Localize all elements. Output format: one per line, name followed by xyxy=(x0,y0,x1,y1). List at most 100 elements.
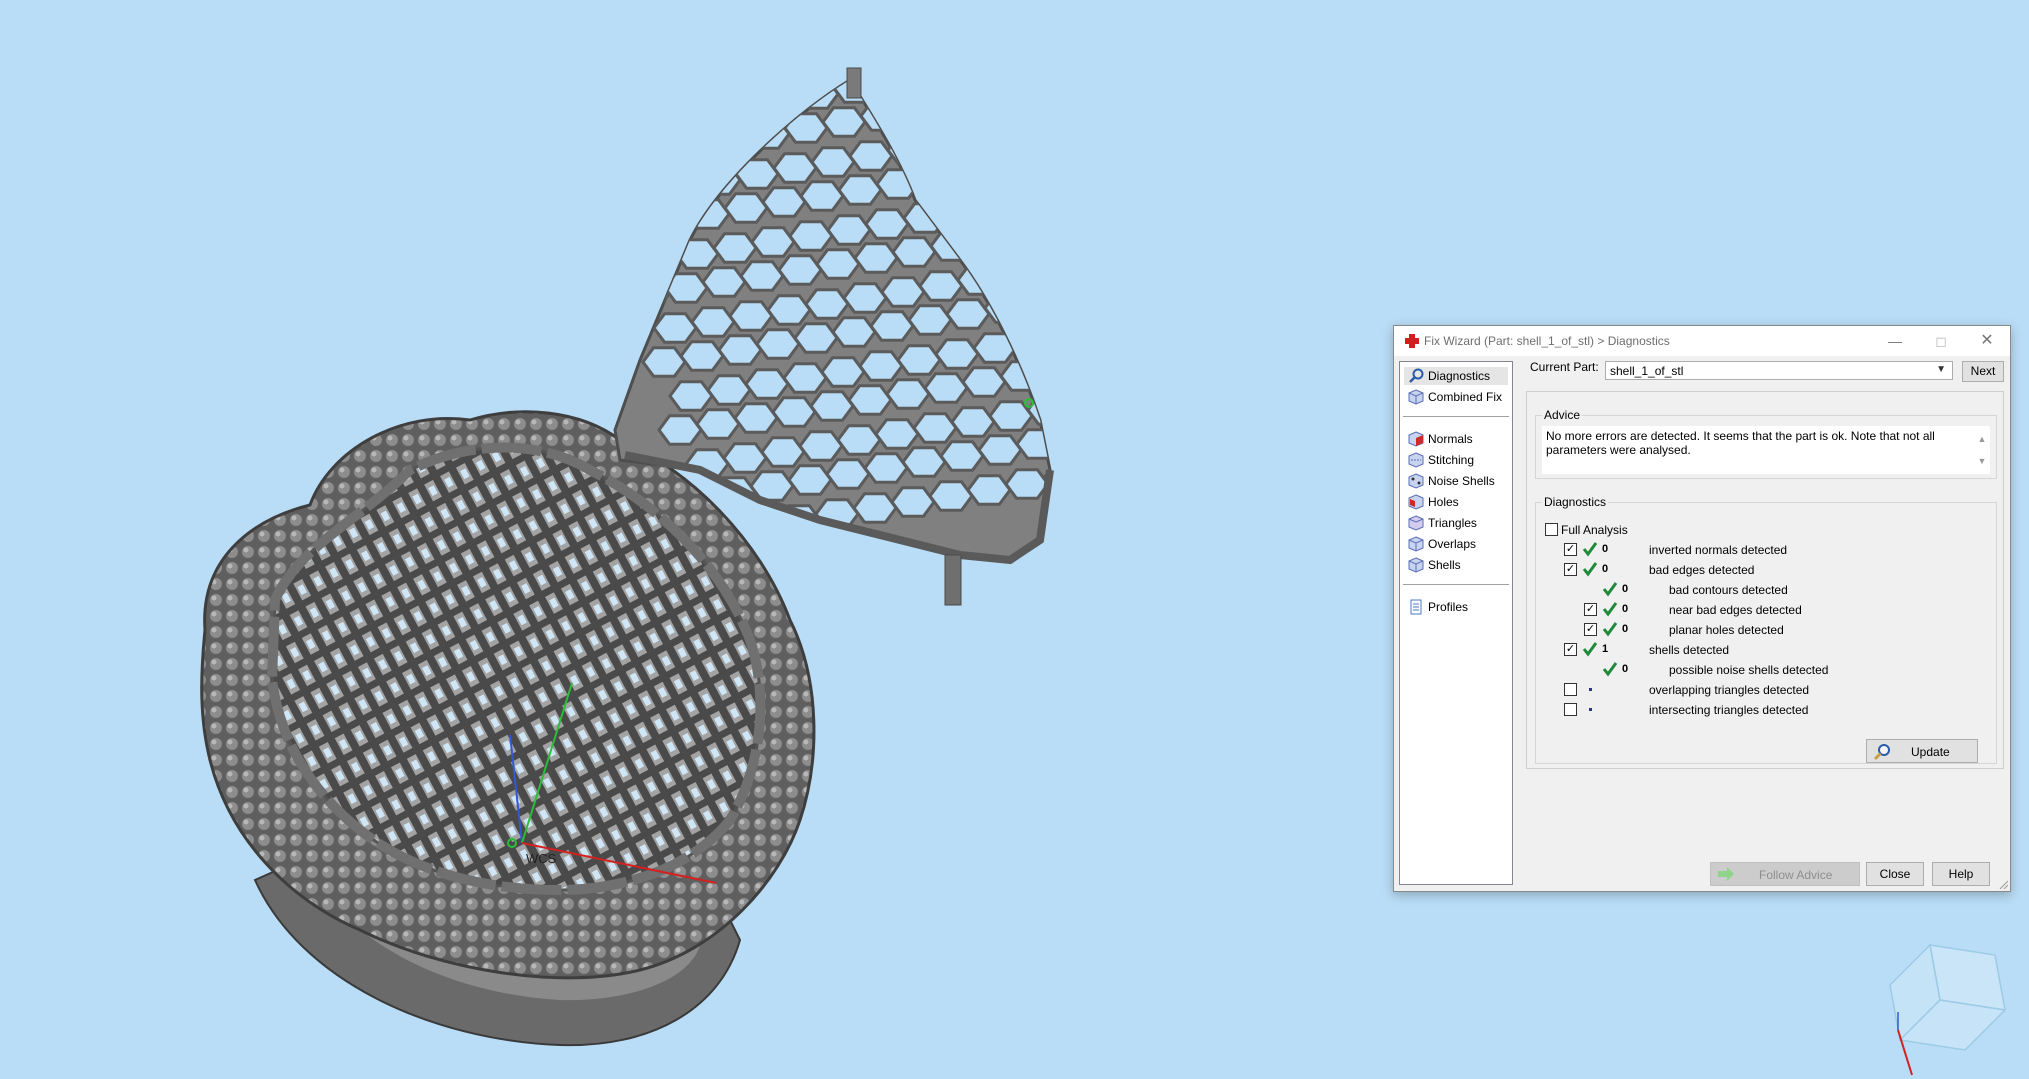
scroll-down-icon[interactable]: ▼ xyxy=(1976,450,1988,472)
diagnostic-label: intersecting triangles detected xyxy=(1649,703,1809,717)
honeycomb-cell xyxy=(695,408,741,440)
honeycomb-cell xyxy=(1062,38,1104,66)
diagnostic-checkbox[interactable] xyxy=(1564,703,1577,716)
close-button[interactable]: Close xyxy=(1866,862,1924,886)
nav-item-combined-fix[interactable]: Combined Fix xyxy=(1404,388,1508,406)
advice-text-box[interactable]: No more errors are detected. It seems th… xyxy=(1542,426,1990,474)
honeycomb-cell xyxy=(1049,80,1050,102)
honeycomb-cell xyxy=(1120,452,1162,480)
honeycomb-cell xyxy=(1115,344,1157,372)
maximize-button[interactable]: ◻ xyxy=(1918,326,1964,356)
honeycomb-cell xyxy=(1024,44,1066,72)
close-window-button[interactable]: ✕ xyxy=(1964,326,2010,356)
diagnostic-count: 0 xyxy=(1622,623,1629,635)
dialog-titlebar[interactable]: Fix Wizard (Part: shell_1_of_stl) > Diag… xyxy=(1394,326,2010,356)
diagnostic-label: overlapping triangles detected xyxy=(1649,683,1810,697)
honeycomb-cell xyxy=(615,210,655,242)
advice-scrollbar[interactable]: ▲ ▼ xyxy=(1976,428,1988,472)
stitching-cube-icon xyxy=(1408,452,1424,468)
triangles-cube-icon xyxy=(1408,515,1424,531)
honeycomb-cell xyxy=(718,90,764,122)
honeycomb-cell xyxy=(1043,212,1050,244)
honeycomb-cell xyxy=(783,112,829,144)
next-button[interactable]: Next xyxy=(1962,361,2004,382)
honeycomb-cell xyxy=(978,190,1024,222)
nav-item-diagnostics[interactable]: Diagnostics xyxy=(1404,367,1508,385)
status-dot-icon xyxy=(1589,708,1592,711)
honeycomb-cell xyxy=(777,254,823,286)
follow-advice-label: Follow Advice xyxy=(1759,868,1833,882)
honeycomb-cell xyxy=(787,464,833,496)
minimize-button[interactable]: — xyxy=(1872,326,1918,356)
view-cube[interactable] xyxy=(1889,943,2007,1076)
honeycomb-cell xyxy=(836,424,882,456)
honeycomb-cell xyxy=(1010,326,1050,358)
diagnostic-label: bad edges detected xyxy=(1649,563,1755,577)
honeycomb-cell xyxy=(728,300,774,332)
current-part-select[interactable]: shell_1_of_stl ▼ xyxy=(1605,361,1953,380)
honeycomb-cell xyxy=(1061,282,1103,310)
honeycomb-cell xyxy=(794,80,840,110)
green-check-icon xyxy=(1582,541,1598,557)
diagnostic-label: possible noise shells detected xyxy=(1669,663,1829,677)
nav-separator xyxy=(1403,584,1509,585)
scroll-up-icon[interactable]: ▲ xyxy=(1976,428,1988,450)
full-analysis-checkbox[interactable] xyxy=(1545,523,1558,536)
honeycomb-cell xyxy=(798,430,844,462)
nav-item-overlaps[interactable]: Overlaps xyxy=(1404,535,1508,553)
honeycomb-cell xyxy=(883,28,925,56)
diagnostic-checkbox[interactable]: ✓ xyxy=(1564,563,1577,576)
honeycomb-cell xyxy=(924,128,970,160)
honeycomb-cell xyxy=(950,406,996,438)
honeycomb-cell xyxy=(807,40,849,68)
nav-item-triangles[interactable]: Triangles xyxy=(1404,514,1508,532)
noise-shells-icon xyxy=(1408,473,1424,489)
diagnostic-checkbox[interactable]: ✓ xyxy=(1584,603,1597,616)
honeycomb-cell xyxy=(745,118,791,150)
nav-item-holes[interactable]: Holes xyxy=(1404,493,1508,511)
honeycomb-cell xyxy=(744,368,790,400)
honeycomb-cell xyxy=(734,158,780,190)
diagnostic-checkbox[interactable]: ✓ xyxy=(1564,643,1577,656)
nav-label: Overlaps xyxy=(1428,537,1477,551)
advice-text: No more errors are detected. It seems th… xyxy=(1546,429,1935,457)
honeycomb-cell xyxy=(864,208,910,240)
holes-cube-icon xyxy=(1408,494,1424,510)
honeycomb-cell xyxy=(615,108,650,140)
honeycomb-cell xyxy=(1072,248,1114,276)
honeycomb-cell xyxy=(788,220,834,252)
arrow-right-icon xyxy=(1718,867,1734,881)
honeycomb-cell xyxy=(679,340,725,372)
honeycomb-cell xyxy=(652,312,698,344)
diagnostic-checkbox[interactable]: ✓ xyxy=(1564,543,1577,556)
nav-item-profiles[interactable]: Profiles xyxy=(1404,598,1508,616)
beaded-shell-model: WCS xyxy=(200,410,816,1047)
honeycomb-cell xyxy=(912,412,958,444)
follow-advice-button[interactable]: Follow Advice xyxy=(1710,862,1860,886)
honeycomb-cell xyxy=(853,242,899,274)
green-check-icon xyxy=(1602,621,1618,637)
honeycomb-cell xyxy=(973,82,1019,114)
nav-item-normals[interactable]: Normals xyxy=(1404,430,1508,448)
diagnostic-checkbox[interactable]: ✓ xyxy=(1584,623,1597,636)
nav-item-stitching[interactable]: Stitching xyxy=(1404,451,1508,469)
update-label: Update xyxy=(1911,745,1950,759)
honeycomb-cell xyxy=(674,238,720,270)
help-button[interactable]: Help xyxy=(1932,862,1990,886)
diagnostic-checkbox[interactable] xyxy=(1564,683,1577,696)
resize-grip-icon[interactable] xyxy=(1998,879,2008,889)
honeycomb-cell xyxy=(831,316,877,348)
honeycomb-cell xyxy=(848,140,894,172)
nav-label: Noise Shells xyxy=(1428,474,1495,488)
honeycomb-cell xyxy=(869,310,915,342)
fix-wizard-dialog: Fix Wizard (Part: shell_1_of_stl) > Diag… xyxy=(1393,325,2011,892)
magnifier-icon xyxy=(1873,744,1890,761)
honeycomb-cell xyxy=(707,124,753,156)
cube-icon xyxy=(1408,389,1424,405)
nav-label: Triangles xyxy=(1428,516,1477,530)
nav-item-noise-shells[interactable]: Noise Shells xyxy=(1404,472,1508,490)
honeycomb-cell xyxy=(956,264,1002,296)
nav-item-shells[interactable]: Shells xyxy=(1404,556,1508,574)
update-button[interactable]: Update xyxy=(1866,739,1978,763)
honeycomb-cell xyxy=(858,350,904,382)
